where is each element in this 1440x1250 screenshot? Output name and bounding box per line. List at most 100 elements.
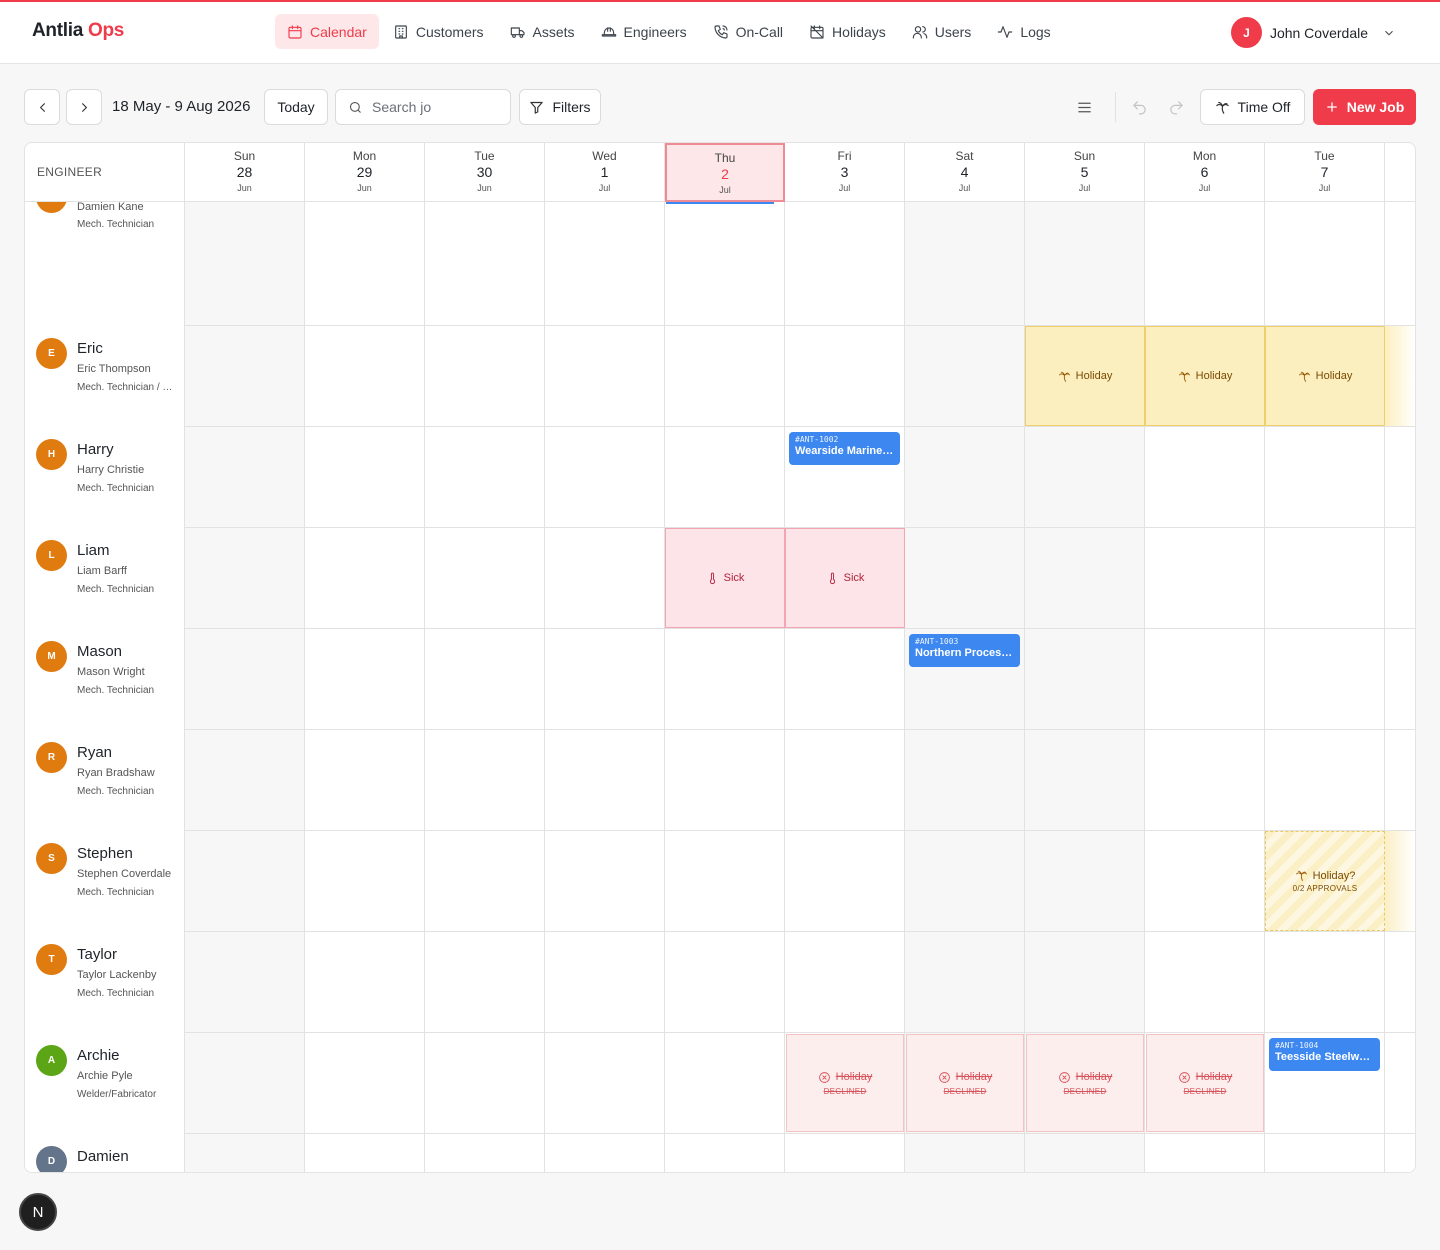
declined-event[interactable]: Holiday DECLINED [786, 1034, 904, 1132]
user-menu[interactable]: J John Coverdale [1230, 17, 1396, 48]
job-title: Teesside Steelwor... [1275, 1051, 1374, 1063]
pending-event[interactable]: Holiday? 0/2 APPROVALS [1265, 831, 1385, 931]
prev-range-button[interactable] [24, 89, 60, 125]
declined-event[interactable]: Holiday DECLINED [1026, 1034, 1144, 1132]
thermometer-icon [829, 572, 835, 584]
nav-on-call[interactable]: On-Call [701, 14, 795, 49]
engineer-short-name: Stephen [77, 845, 133, 862]
search-box [335, 89, 511, 125]
engineer-row-header[interactable]: R Ryan Ryan Bradshaw Mech. Technician [25, 730, 185, 831]
day-month: Jun [477, 183, 492, 193]
day-column-divider [664, 202, 665, 1172]
toolbar-divider [1115, 92, 1116, 122]
event-label: Holiday [835, 1071, 873, 1083]
holiday-event[interactable]: Holiday [1145, 326, 1265, 426]
filters-button[interactable]: Filters [519, 89, 601, 125]
job-title: Northern Process ... [915, 647, 1014, 659]
view-menu-button[interactable] [1075, 98, 1093, 116]
engineer-row-header[interactable]: T Taylor Taylor Lackenby Mech. Technician [25, 932, 185, 1033]
search-input[interactable] [372, 99, 492, 115]
undo-icon [1132, 100, 1146, 114]
today-button[interactable]: Today [264, 89, 328, 125]
engineer-row-header[interactable]: M Mason Mason Wright Mech. Technician [25, 629, 185, 730]
calendar-toolbar: 18 May - 9 Aug 2026 Today Filters Time O… [24, 89, 1416, 125]
engineer-row-header[interactable]: S Stephen Stephen Coverdale Mech. Technicia… [25, 831, 185, 932]
nav-assets[interactable]: Assets [498, 14, 587, 49]
nav-logs[interactable]: Logs [985, 14, 1062, 49]
engineer-row-header[interactable]: Damien Kane Mech. Technician [25, 202, 185, 265]
engineer-full-name: Taylor Lackenby [77, 969, 157, 981]
engineer-row-header[interactable]: A Archie Archie Pyle Welder/Fabricator [25, 1033, 185, 1134]
weekend-column-shade [185, 202, 305, 1172]
next-range-button[interactable] [66, 89, 102, 125]
phone-icon [714, 24, 728, 39]
day-month: Jul [719, 185, 731, 195]
day-header-sun-28[interactable]: Sun 28 Jun [185, 143, 305, 202]
brand-logo[interactable]: Antlia Ops [32, 20, 124, 42]
chevron-down-icon [1385, 30, 1393, 35]
overflow-fade [1385, 831, 1415, 931]
sick-event[interactable]: Sick [785, 528, 905, 628]
engineer-full-name: Mason Wright [77, 666, 145, 678]
nav-customers[interactable]: Customers [381, 14, 496, 49]
day-header-tue-7[interactable]: Tue 7 Jul [1265, 143, 1385, 202]
time-off-button[interactable]: Time Off [1200, 89, 1305, 125]
x-circle-icon [818, 1071, 830, 1083]
day-month: Jun [357, 183, 372, 193]
engineer-row-header[interactable]: L Liam Liam Barff Mech. Technician [25, 528, 185, 629]
day-column-divider [904, 202, 905, 1172]
day-number: 7 [1320, 164, 1329, 180]
undo-button[interactable] [1130, 98, 1148, 116]
nav-engineers[interactable]: Engineers [589, 14, 699, 49]
day-of-week: Mon [1192, 149, 1217, 163]
engineer-role: Mech. Technician [77, 786, 155, 797]
declined-event[interactable]: Holiday DECLINED [906, 1034, 1024, 1132]
schedule-board: ENGINEER Sun 28 Jun Mon 29 Jun Tue 30 Jun Wed 1 Jul… [24, 142, 1416, 1173]
day-header-fri-3[interactable]: Fri 3 Jul [785, 143, 905, 202]
event-label-row: Sick [706, 572, 744, 585]
sick-event[interactable]: Sick [665, 528, 785, 628]
palm-tree-icon [1215, 101, 1229, 114]
dev-tools-badge[interactable]: N [19, 1193, 57, 1231]
day-number: 1 [600, 164, 609, 180]
nav-label: Engineers [623, 23, 687, 40]
day-number: 4 [960, 164, 969, 180]
engineer-row-header[interactable]: DDamienDamien BatistMechanical Contrac..… [25, 1134, 185, 1172]
new-job-button[interactable]: New Job [1313, 89, 1416, 125]
day-month: Jul [838, 183, 851, 193]
job-card[interactable]: #ANT-1003 Northern Process ... [909, 634, 1020, 667]
job-card[interactable]: #ANT-1002 Wearside Marine ... [789, 432, 900, 465]
users-icon [912, 25, 927, 39]
user-name: John Coverdale [1269, 24, 1368, 41]
nav-users[interactable]: Users [900, 14, 984, 49]
job-id: #ANT-1004 [1275, 1041, 1319, 1050]
day-header-sat-4[interactable]: Sat 4 Jul [905, 143, 1025, 202]
holiday-event[interactable]: Holiday [1025, 326, 1145, 426]
x-circle-icon [938, 1071, 950, 1083]
engineer-row-header[interactable]: E Eric Eric Thompson Mech. Technician / S..… [25, 326, 185, 427]
redo-button[interactable] [1167, 98, 1185, 116]
holiday-event[interactable]: Holiday [1265, 326, 1385, 426]
day-column-divider [784, 202, 785, 1172]
day-header-wed-1[interactable]: Wed 1 Jul [545, 143, 665, 202]
engineer-short-name: Harry [77, 441, 114, 458]
day-number: 28 [236, 164, 253, 180]
nav-calendar[interactable]: Calendar [275, 14, 379, 49]
event-label: Holiday [1195, 370, 1233, 382]
day-header-mon-29[interactable]: Mon 29 Jun [305, 143, 425, 202]
day-header-thu-2[interactable]: Thu 2 Jul [665, 143, 785, 202]
day-header-sun-5[interactable]: Sun 5 Jul [1025, 143, 1145, 202]
job-card[interactable]: #ANT-1004 Teesside Steelwor... [1269, 1038, 1380, 1071]
thermometer-icon [709, 572, 715, 584]
overflow-fade [1385, 326, 1415, 426]
day-header-mon-6[interactable]: Mon 6 Jul [1145, 143, 1265, 202]
engineer-row-header[interactable]: H Harry Harry Christie Mech. Technician [25, 427, 185, 528]
engineer-role: Mech. Technician [77, 219, 155, 230]
engineer-avatar: R [36, 742, 67, 773]
declined-event[interactable]: Holiday DECLINED [1146, 1034, 1264, 1132]
calendar-off-icon [810, 24, 824, 39]
day-header-tue-30[interactable]: Tue 30 Jun [425, 143, 545, 202]
day-of-week: Mon [352, 149, 377, 163]
menu-icon [1077, 102, 1091, 112]
nav-holidays[interactable]: Holidays [797, 14, 898, 49]
